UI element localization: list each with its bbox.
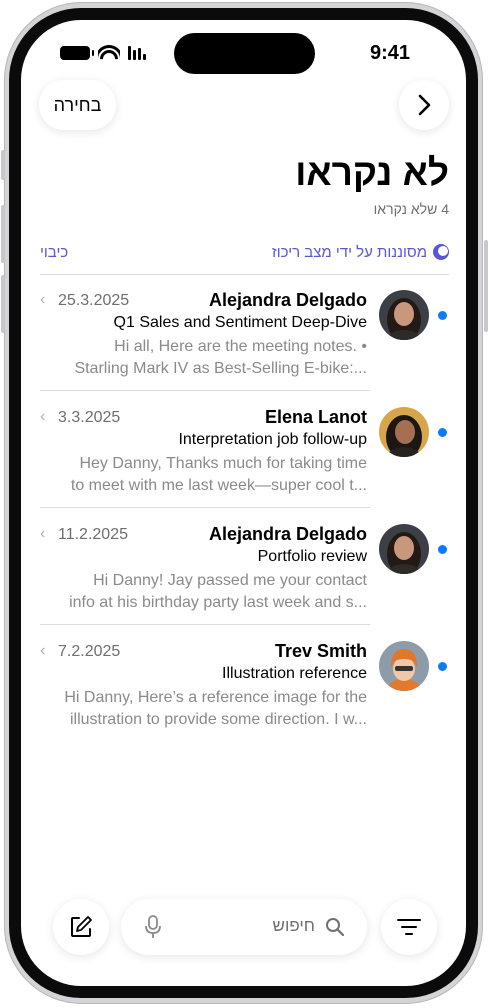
mail-preview-line: to meet with me last week—super cool t..… — [70, 477, 367, 494]
compose-button[interactable] — [53, 899, 109, 955]
page-title: לא נקראו — [295, 152, 449, 193]
search-icon — [326, 918, 345, 937]
mail-divider — [40, 390, 370, 391]
mail-preview: Hi Danny! Jay passed me your contact inf… — [37, 570, 367, 614]
microphone-icon[interactable] — [145, 915, 161, 939]
mail-preview-line: Hey Danny, Thanks much for taking time — [79, 455, 367, 472]
volume-down-button — [1, 275, 5, 333]
turn-off-filter-button[interactable]: כיבוי — [40, 244, 68, 261]
select-label: בחירה — [53, 94, 102, 115]
mail-preview-line: Starling Mark IV as Best-Selling E-bike:… — [74, 360, 367, 377]
mail-preview: Hi all, Here are the meeting notes. • St… — [37, 336, 367, 380]
focus-filter-status: מסוננות על ידי מצב ריכוז — [272, 244, 449, 261]
signal-icon — [128, 46, 146, 60]
search-placeholder: חיפוש — [272, 916, 315, 935]
chevron-left-icon: ‹ — [40, 408, 46, 425]
mail-date: 7.2.2025 — [58, 643, 121, 660]
mail-subject: Q1 Sales and Sentiment Deep-Dive — [113, 314, 367, 331]
mail-sender: Alejandra Delgado — [208, 524, 367, 544]
search-bar[interactable]: חיפוש — [121, 899, 367, 955]
focus-filter-label: מסוננות על ידי מצב ריכוז — [271, 243, 427, 261]
avatar — [379, 524, 429, 574]
mail-date: 11.2.2025 — [58, 526, 128, 543]
focus-filter-bar: כיבוי מסוננות על ידי מצב ריכוז — [40, 240, 449, 264]
avatar — [379, 290, 429, 340]
chevron-right-icon — [418, 94, 431, 116]
mail-sender: Alejandra Delgado — [208, 290, 367, 310]
avatar — [379, 407, 429, 457]
mail-preview-line: Hi Danny, Here’s a reference image for t… — [64, 689, 367, 706]
unread-dot — [438, 662, 447, 671]
status-icons — [60, 40, 146, 66]
mail-item[interactable]: ‹ 25.3.2025 Alejandra Delgado Q1 Sales a… — [38, 290, 450, 406]
mail-item[interactable]: ‹ 11.2.2025 Alejandra Delgado Portfolio … — [38, 524, 450, 640]
mail-date: 25.3.2025 — [58, 292, 130, 309]
moon-icon — [433, 244, 449, 260]
action-button — [1, 150, 5, 180]
filter-button[interactable] — [381, 899, 437, 955]
header-divider — [40, 274, 449, 275]
mail-item[interactable]: ‹ 7.2.2025 Trev Smith Illustration refer… — [38, 641, 450, 757]
back-button[interactable] — [399, 80, 449, 130]
mail-sender: Trev Smith — [274, 641, 367, 661]
wifi-icon — [98, 45, 120, 61]
mail-preview-line: Hi Danny! Jay passed me your contact — [93, 572, 367, 589]
mail-preview-line: illustration to provide some direction. … — [69, 711, 367, 728]
mail-item[interactable]: ‹ 3.3.2025 Elena Lanot Interpretation jo… — [38, 407, 450, 523]
unread-count: 4 שלא נקראו — [373, 201, 449, 217]
mail-subject: Interpretation job follow-up — [178, 431, 367, 448]
mail-preview-line: Hi all, Here are the meeting notes. • — [114, 338, 367, 355]
mail-preview: Hi Danny, Here’s a reference image for t… — [37, 687, 367, 731]
chevron-left-icon: ‹ — [40, 291, 46, 308]
mail-sender: Elena Lanot — [264, 407, 367, 427]
filter-icon — [397, 919, 421, 935]
status-time: 9:41 — [369, 41, 411, 64]
unread-dot — [438, 545, 447, 554]
unread-dot — [438, 311, 447, 320]
mail-preview-line: info at his birthday party last week and… — [69, 594, 367, 611]
power-button — [484, 240, 488, 332]
mail-preview: Hey Danny, Thanks much for taking time t… — [37, 453, 367, 497]
mail-divider — [40, 624, 370, 625]
compose-icon — [71, 916, 92, 937]
dynamic-island — [174, 33, 315, 74]
volume-up-button — [1, 205, 5, 263]
select-button[interactable]: בחירה — [39, 80, 116, 130]
mail-divider — [40, 507, 370, 508]
unread-dot — [438, 428, 447, 437]
mail-date: 3.3.2025 — [58, 409, 121, 426]
battery-icon — [60, 46, 94, 60]
chevron-left-icon: ‹ — [40, 642, 46, 659]
mail-subject: Illustration reference — [222, 665, 367, 682]
chevron-left-icon: ‹ — [40, 525, 46, 542]
mail-subject: Portfolio review — [257, 548, 367, 565]
avatar — [379, 641, 429, 691]
